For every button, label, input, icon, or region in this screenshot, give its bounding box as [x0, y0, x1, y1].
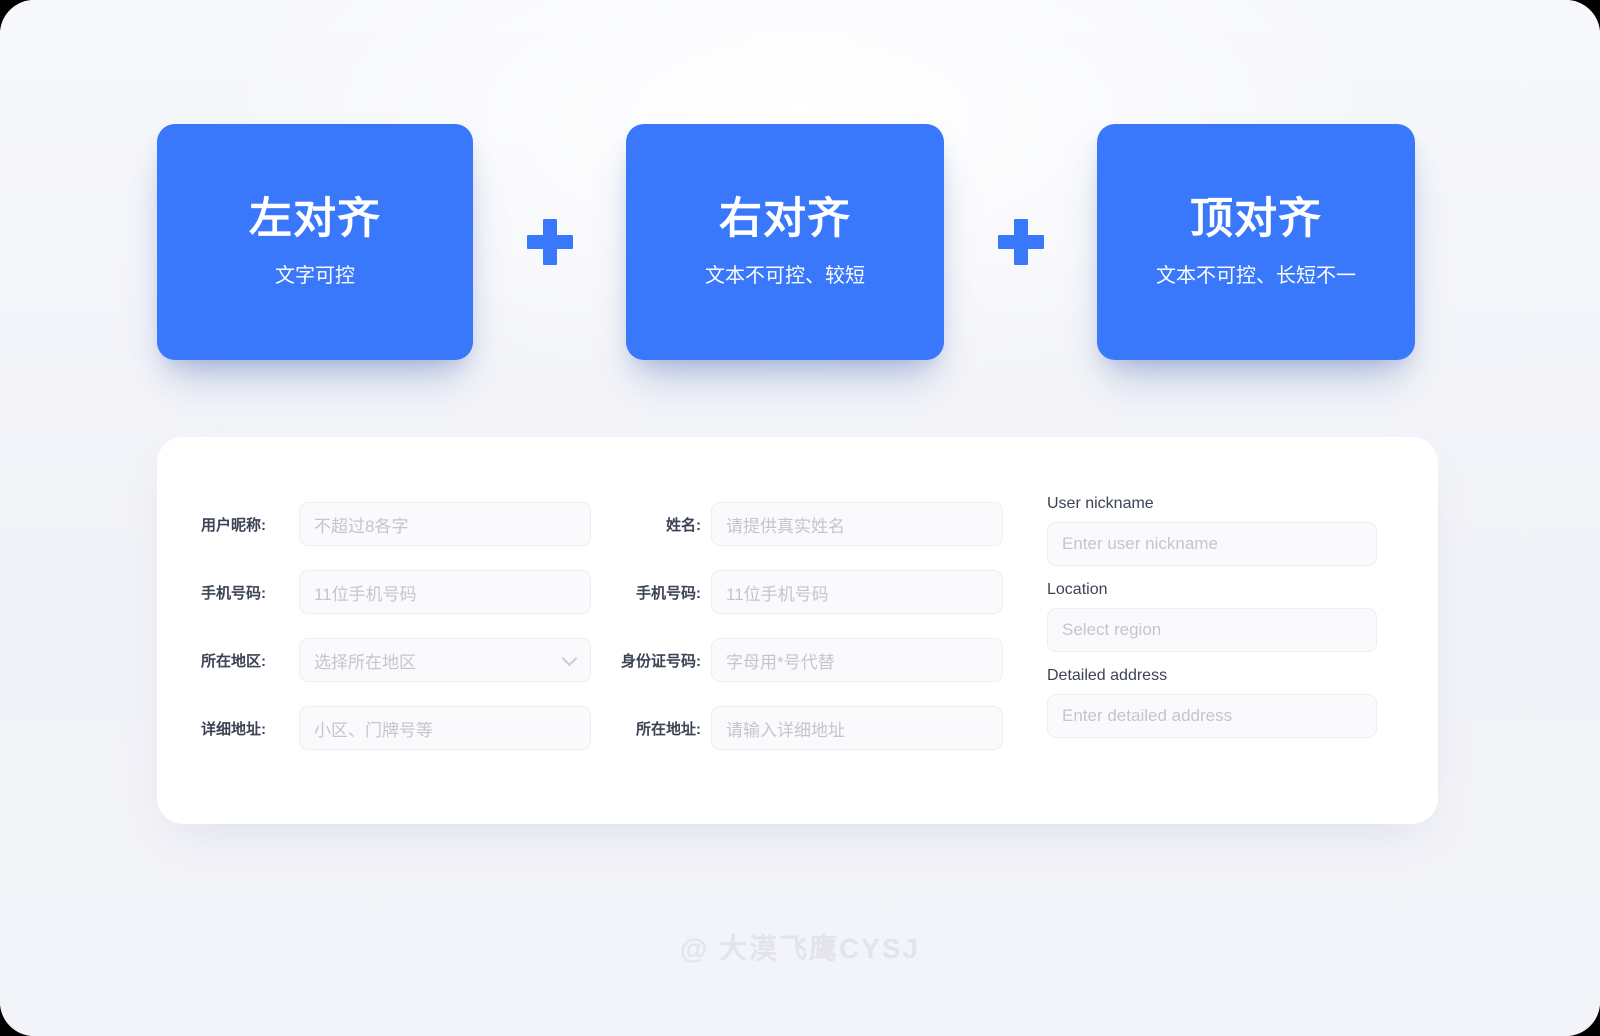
- field-label: 所在地址:: [636, 720, 701, 738]
- input-placeholder: Enter detailed address: [1062, 706, 1233, 725]
- field-label: 所在地区:: [201, 652, 266, 670]
- input-placeholder: 小区、门牌号等: [314, 720, 433, 740]
- input-placeholder: 请提供真实姓名: [726, 516, 845, 536]
- field-label: 用户昵称:: [201, 516, 266, 534]
- field-label: User nickname: [1047, 495, 1154, 512]
- field-label: Detailed address: [1047, 667, 1168, 684]
- chevron-down-icon: [563, 652, 576, 665]
- card-subtitle: 文字可控: [275, 265, 355, 288]
- field-label: 姓名:: [666, 516, 701, 534]
- form-row-phone: 手机号码: 11位手机号码: [613, 570, 1003, 614]
- form-panel: 用户昵称: 不超过8各字 手机号码: 11位手机号码 所在地区: 选择所在地区: [157, 437, 1438, 824]
- nickname-input[interactable]: 不超过8各字: [299, 502, 591, 546]
- input-placeholder: Select region: [1062, 620, 1162, 639]
- realname-input[interactable]: 请提供真实姓名: [711, 502, 1003, 546]
- id-number-input[interactable]: 字母用*号代替: [711, 638, 1003, 682]
- card-subtitle: 文本不可控、较短: [705, 265, 865, 288]
- input-placeholder: 请输入详细地址: [726, 720, 845, 740]
- form-row-address: 详细地址: 小区、门牌号等: [201, 706, 591, 750]
- form-row-nickname: 用户昵称: 不超过8各字: [201, 502, 591, 546]
- detailed-address-input[interactable]: Enter detailed address: [1047, 694, 1377, 738]
- address-input[interactable]: 小区、门牌号等: [299, 706, 591, 750]
- address-input[interactable]: 请输入详细地址: [711, 706, 1003, 750]
- app-canvas: 左对齐 文字可控 右对齐 文本不可控、较短 顶对齐 文本不可控、长短不一 用户昵…: [0, 0, 1600, 1036]
- alignment-card-left[interactable]: 左对齐 文字可控: [157, 124, 473, 360]
- input-placeholder: 选择所在地区: [314, 652, 416, 672]
- input-placeholder: 11位手机号码: [726, 584, 829, 604]
- alignment-card-top[interactable]: 顶对齐 文本不可控、长短不一: [1097, 124, 1415, 360]
- field-label: 手机号码:: [636, 584, 701, 602]
- field-label: Location: [1047, 581, 1108, 598]
- card-title: 左对齐: [249, 194, 381, 243]
- watermark: @ 大漠飞鹰CYSJ: [679, 933, 921, 964]
- input-placeholder: 字母用*号代替: [726, 652, 835, 672]
- form-row-realname: 姓名: 请提供真实姓名: [613, 502, 1003, 546]
- location-input[interactable]: Select region: [1047, 608, 1377, 652]
- user-nickname-input[interactable]: Enter user nickname: [1047, 522, 1377, 566]
- input-placeholder: 11位手机号码: [314, 584, 417, 604]
- form-row-user-nickname: User nickname Enter user nickname: [1047, 495, 1377, 566]
- region-select[interactable]: 选择所在地区: [299, 638, 591, 682]
- form-row-address: 所在地址: 请输入详细地址: [613, 706, 1003, 750]
- plus-separator-2: [944, 124, 1097, 360]
- field-label: 手机号码:: [201, 584, 266, 602]
- form-row-location: Location Select region: [1047, 581, 1377, 652]
- card-title: 右对齐: [719, 194, 851, 243]
- form-row-detailed-address: Detailed address Enter detailed address: [1047, 667, 1377, 738]
- alignment-card-right[interactable]: 右对齐 文本不可控、较短: [626, 124, 944, 360]
- card-title: 顶对齐: [1190, 194, 1322, 243]
- plus-icon: [526, 219, 573, 265]
- form-row-region: 所在地区: 选择所在地区: [201, 638, 591, 682]
- alignment-cards-row: 左对齐 文字可控 右对齐 文本不可控、较短 顶对齐 文本不可控、长短不一: [157, 124, 1415, 360]
- field-label: 身份证号码:: [621, 652, 701, 670]
- input-placeholder: Enter user nickname: [1062, 534, 1218, 553]
- phone-input[interactable]: 11位手机号码: [711, 570, 1003, 614]
- plus-icon: [997, 219, 1044, 265]
- input-placeholder: 不超过8各字: [314, 516, 409, 536]
- form-row-id-number: 身份证号码: 字母用*号代替: [613, 638, 1003, 682]
- card-subtitle: 文本不可控、长短不一: [1156, 265, 1356, 288]
- plus-separator-1: [473, 124, 626, 360]
- form-row-phone: 手机号码: 11位手机号码: [201, 570, 591, 614]
- field-label: 详细地址:: [201, 720, 266, 738]
- phone-input[interactable]: 11位手机号码: [299, 570, 591, 614]
